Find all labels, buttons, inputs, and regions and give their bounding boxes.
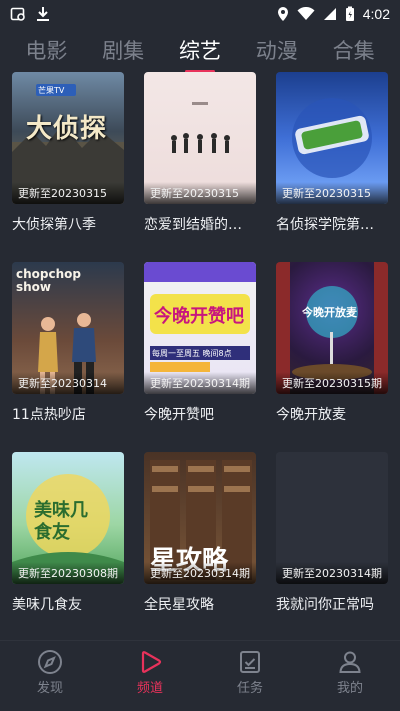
show-title: 名侦探学院第… [276, 217, 374, 233]
show-poster[interactable]: 今晚开赞吧 每周一至周五 晚间8点 更新至20230314期 [144, 262, 256, 394]
battery-icon [345, 6, 354, 21]
update-status: 更新至20230315 [276, 182, 388, 204]
show-poster[interactable]: 星攻略 更新至20230314期 [144, 452, 256, 584]
play-icon [141, 651, 162, 673]
location-icon [277, 7, 288, 21]
nav-label: 我的 [336, 681, 363, 696]
tab-collection[interactable]: 合集 [329, 35, 379, 65]
show-grid: 芒果TV 大侦探 更新至20230315 大侦探第八季 更新至20230315 … [12, 72, 388, 642]
poster-logo: 大侦探 [26, 114, 108, 144]
show-card[interactable]: 星攻略 更新至20230314期 全民星攻略 [144, 452, 256, 642]
compass-icon [38, 650, 62, 674]
show-title: 大侦探第八季 [12, 217, 96, 233]
tab-series[interactable]: 剧集 [98, 35, 148, 65]
show-poster[interactable]: 美味几食友 更新至20230308期 [12, 452, 124, 584]
status-time: 4:02 [362, 6, 390, 22]
show-card[interactable]: 今晚开放麦 更新至20230315期 今晚开放麦 [276, 262, 388, 452]
show-title: 11点热吵店 [12, 407, 86, 423]
user-icon [339, 651, 361, 673]
nav-channel[interactable]: 频道 [120, 649, 180, 696]
update-status: 更新至20230308期 [12, 562, 124, 584]
status-bar: 4:02 [0, 0, 400, 28]
poster-logo: 美味几食友 [34, 500, 88, 543]
nav-label: 发现 [36, 681, 63, 696]
nav-label: 任务 [236, 681, 263, 696]
tab-anime[interactable]: 动漫 [252, 35, 302, 65]
show-card[interactable]: 更新至20230315 恋爱到结婚的… [144, 72, 256, 262]
show-poster[interactable]: chopchop show 更新至20230314 [12, 262, 124, 394]
show-card[interactable]: 更新至20230315 名侦探学院第… [276, 72, 388, 262]
show-title: 美味几食友 [12, 597, 82, 613]
nav-label: 频道 [136, 681, 163, 696]
poster-subtitle: 每周一至周五 晚间8点 [152, 349, 232, 358]
show-title: 全民星攻略 [144, 597, 214, 613]
show-poster[interactable]: 更新至20230314期 [276, 452, 388, 584]
nav-profile[interactable]: 我的 [320, 649, 380, 696]
poster-logo: 今晚开放麦 [302, 306, 357, 319]
show-card[interactable]: 芒果TV 大侦探 更新至20230315 大侦探第八季 [12, 72, 124, 262]
wifi-icon [297, 7, 315, 20]
task-icon [240, 651, 260, 673]
image-icon [10, 7, 25, 21]
show-card[interactable]: 今晚开赞吧 每周一至周五 晚间8点 更新至20230314期 今晚开赞吧 [144, 262, 256, 452]
update-status: 更新至20230314期 [144, 562, 256, 584]
show-title: 恋爱到结婚的… [144, 217, 242, 233]
update-status: 更新至20230314 [12, 372, 124, 394]
download-icon [37, 7, 49, 21]
category-tabs: 电影 剧集 综艺 动漫 合集 [0, 30, 400, 70]
poster-logo: 今晚开赞吧 [154, 306, 244, 327]
tab-movie[interactable]: 电影 [21, 35, 71, 65]
update-status: 更新至20230314期 [144, 372, 256, 394]
update-status: 更新至20230314期 [276, 562, 388, 584]
update-status: 更新至20230315 [12, 182, 124, 204]
show-poster[interactable]: 更新至20230315 [276, 72, 388, 204]
bottom-nav: 发现 频道 任务 我的 [0, 640, 400, 711]
poster-logo: chopchop show [16, 267, 81, 294]
show-title: 今晚开赞吧 [144, 407, 214, 423]
show-card[interactable]: 美味几食友 更新至20230308期 美味几食友 [12, 452, 124, 642]
update-status: 更新至20230315 [144, 182, 256, 204]
signal-icon [323, 8, 336, 20]
show-poster[interactable]: 芒果TV 大侦探 更新至20230315 [12, 72, 124, 204]
nav-discover[interactable]: 发现 [20, 649, 80, 696]
update-status: 更新至20230315期 [276, 372, 388, 394]
poster-badge: 芒果TV [38, 86, 65, 95]
show-title: 我就问你正常吗 [276, 597, 374, 613]
show-poster[interactable]: 今晚开放麦 更新至20230315期 [276, 262, 388, 394]
tab-variety[interactable]: 综艺 [175, 35, 225, 65]
nav-tasks[interactable]: 任务 [220, 649, 280, 696]
show-card[interactable]: 更新至20230314期 我就问你正常吗 [276, 452, 388, 642]
show-title: 今晚开放麦 [276, 407, 346, 423]
show-poster[interactable]: 更新至20230315 [144, 72, 256, 204]
show-card[interactable]: chopchop show 更新至20230314 11点热吵店 [12, 262, 124, 452]
